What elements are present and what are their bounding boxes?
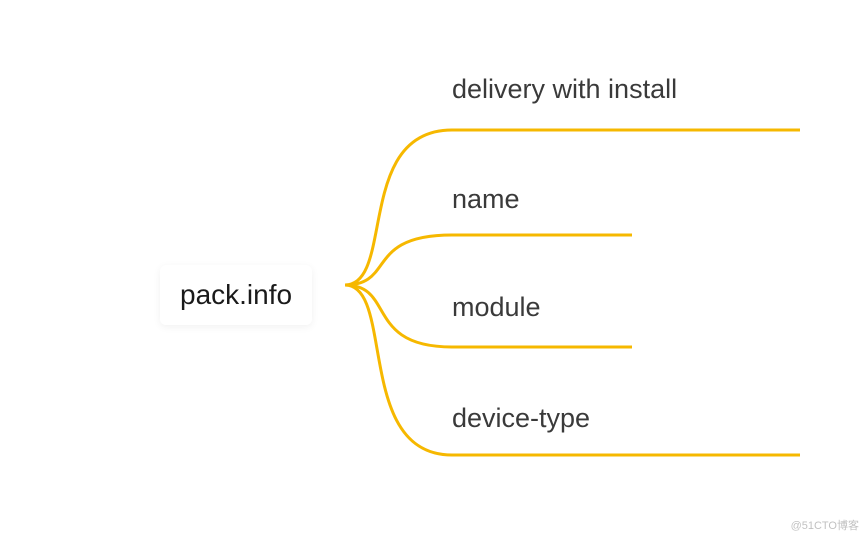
root-label: pack.info	[180, 279, 292, 310]
child-label: device-type	[452, 403, 590, 433]
child-label: module	[452, 292, 541, 322]
mindmap-root-node: pack.info	[160, 265, 312, 325]
mindmap-child-node: module	[452, 292, 541, 323]
mindmap-connectors	[0, 0, 865, 537]
watermark: @51CTO博客	[791, 517, 859, 533]
child-label: delivery with install	[452, 74, 677, 104]
mindmap-child-node: delivery with install	[452, 74, 677, 105]
mindmap-child-node: name	[452, 184, 520, 215]
child-label: name	[452, 184, 520, 214]
mindmap-child-node: device-type	[452, 403, 590, 434]
